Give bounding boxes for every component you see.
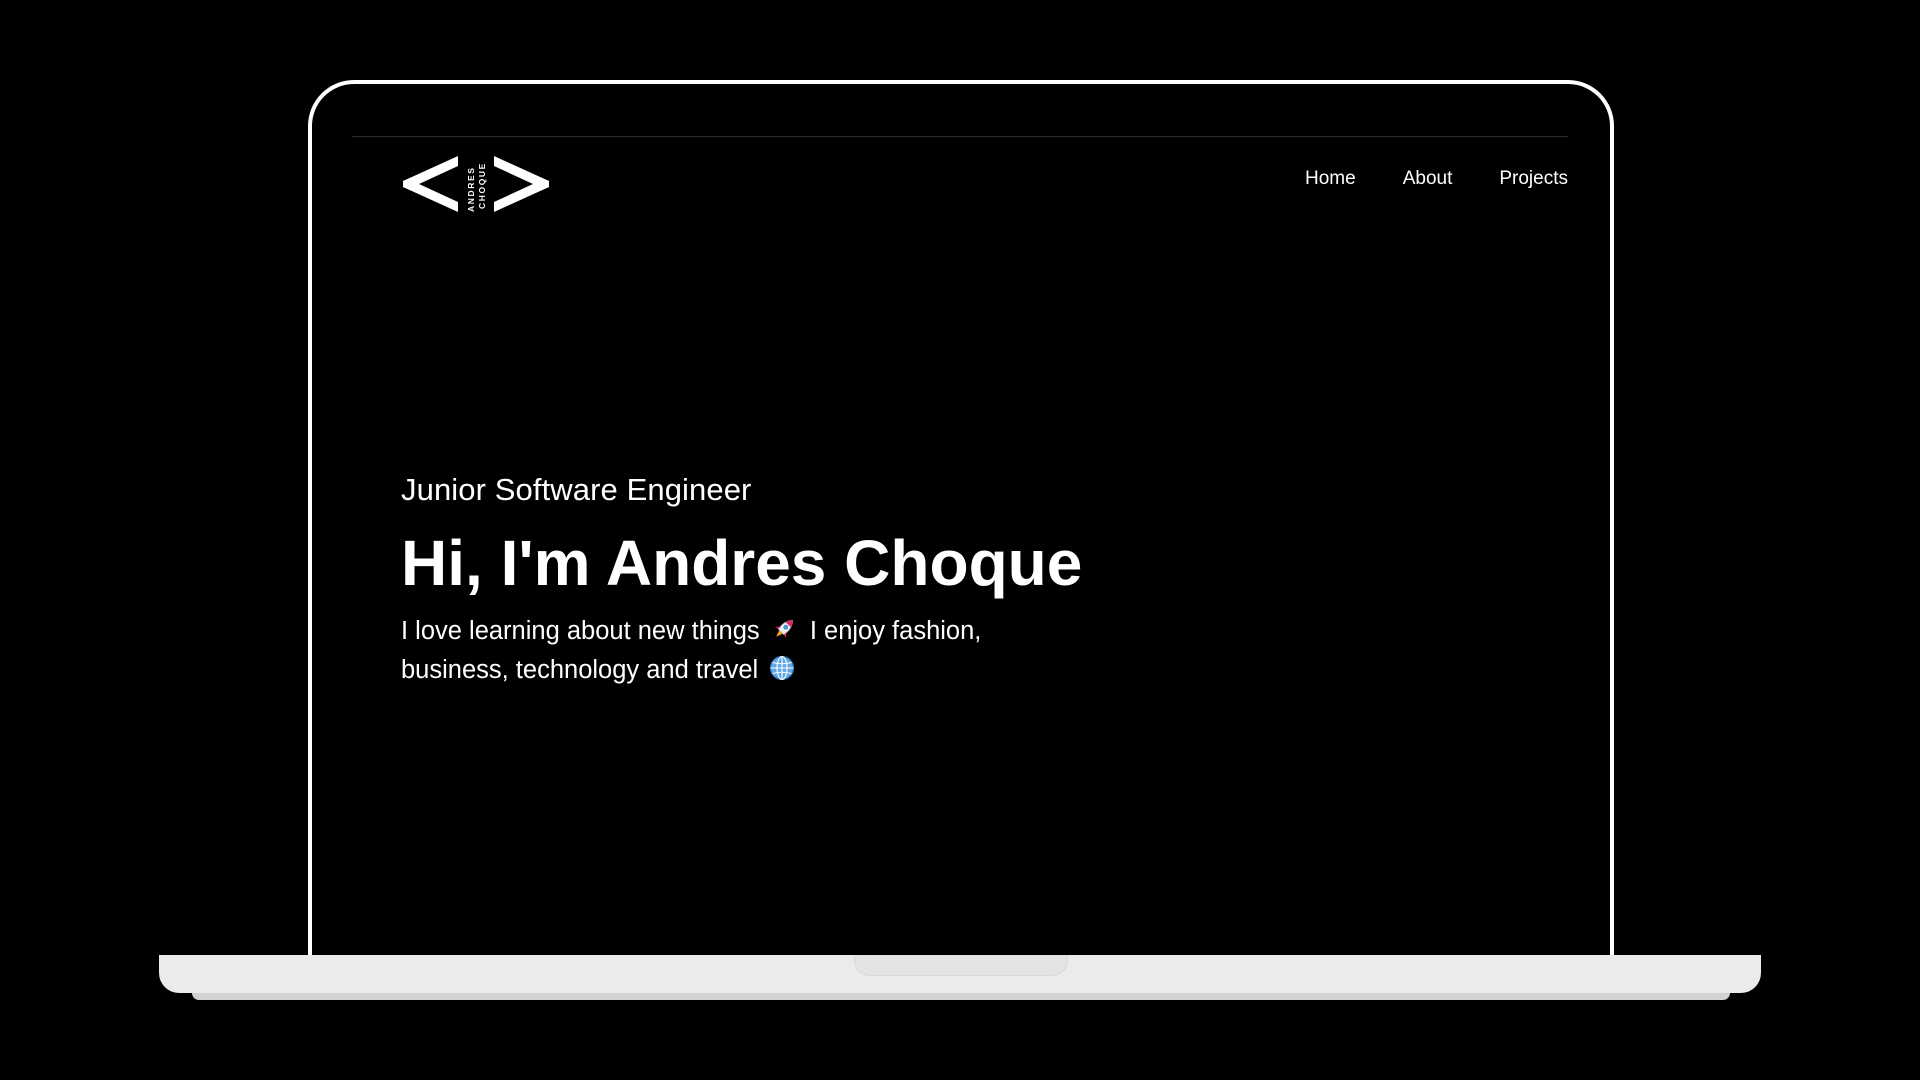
nav-home-link[interactable]: Home [1305, 168, 1356, 190]
hero-desc-part1: I love learning about new things [401, 617, 760, 646]
globe-icon [769, 655, 795, 691]
laptop-base [159, 955, 1761, 993]
laptop-base-foot [192, 993, 1730, 1000]
site-logo[interactable]: ANDRES CHOQUE [402, 154, 552, 214]
hero-title: Hi, I'm Andres Choque [401, 527, 1083, 599]
nav-projects-link[interactable]: Projects [1499, 168, 1568, 190]
nav-about-link[interactable]: About [1403, 168, 1453, 190]
laptop-base-notch [854, 955, 1068, 976]
hero-section: Junior Software Engineer Hi, I'm Andres … [401, 472, 1301, 691]
hero-description: I love learning about new things I enjoy… [401, 613, 1041, 691]
logo-brackets-icon: ANDRES CHOQUE [403, 156, 549, 213]
top-divider [352, 136, 1568, 137]
device-mockup: ANDRES CHOQUE Home About Projects Junior… [0, 0, 1920, 1080]
hero-subtitle: Junior Software Engineer [401, 472, 752, 507]
navbar: ANDRES CHOQUE Home About Projects [402, 150, 1568, 220]
logo-text-first: ANDRES [466, 167, 476, 213]
website-viewport: ANDRES CHOQUE Home About Projects Junior… [352, 136, 1568, 954]
rocket-icon [771, 616, 797, 652]
nav-menu: Home About Projects [1305, 168, 1568, 190]
logo-text-last: CHOQUE [477, 162, 487, 209]
